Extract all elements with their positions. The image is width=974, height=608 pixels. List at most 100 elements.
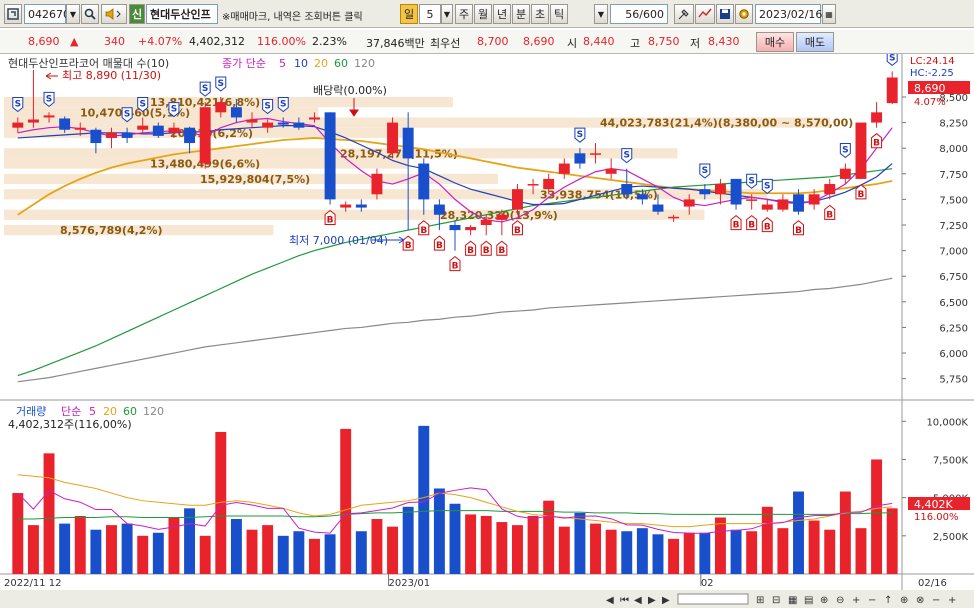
date-field[interactable]: 2023/02/16 (755, 4, 822, 24)
volume-value: 4,402,312 (189, 35, 245, 48)
buy-mark-icon: B (871, 133, 883, 149)
volume-bar (199, 535, 211, 574)
mark-letter: B (483, 246, 490, 256)
period-dropdown-arrow[interactable]: ▼ (441, 4, 453, 24)
period-unit-button[interactable]: 일 (400, 4, 418, 24)
search-icon[interactable] (81, 4, 99, 24)
mark-letter: B (764, 223, 771, 233)
candle-body (324, 112, 336, 200)
stock-code-input[interactable]: 042670 (24, 4, 70, 24)
gear-icon[interactable] (735, 4, 753, 24)
mark-letter: B (858, 190, 865, 200)
candle-body (215, 102, 227, 113)
volume-bar (605, 529, 617, 574)
range-dropdown-arrow[interactable]: ▼ (594, 4, 608, 24)
candle-body (683, 199, 695, 207)
mark-letter: S (139, 99, 145, 109)
hc-label: HC:-2.25 (910, 68, 954, 79)
volume-bar (824, 529, 836, 574)
speaker-icon[interactable] (101, 4, 127, 24)
buy-mark-icon: B (402, 235, 414, 251)
save-icon[interactable] (716, 4, 734, 24)
mark-letter: S (889, 54, 895, 63)
buy-mark-icon: B (480, 240, 492, 256)
volume-bar (839, 491, 851, 574)
candle-body (371, 173, 383, 195)
legend-ma60: 60 (334, 57, 348, 70)
candle-body (761, 204, 773, 210)
code-dropdown-arrow[interactable]: ▼ (66, 4, 80, 24)
period-value[interactable]: 5 (419, 4, 441, 24)
candle-body (74, 127, 86, 130)
price-tick-label: 6,000 (939, 349, 968, 360)
current-volume-label: 4,402K (914, 498, 953, 511)
candle-body (121, 132, 133, 138)
chart-tool-icon: − (868, 595, 876, 606)
mark-letter: B (873, 139, 880, 149)
buy-mark-icon: B (824, 204, 836, 220)
chart-tool-icon: ⊟ (772, 595, 780, 606)
period-tab-4[interactable]: 초 (531, 4, 549, 24)
price-tick-label: 5,750 (939, 375, 968, 386)
notice-text: ※매매마크, 내역은 조회버튼 클릭 (222, 12, 363, 23)
volume-bar (652, 534, 664, 574)
calendar-icon[interactable]: ▦ (822, 4, 836, 24)
period-tab-0[interactable]: 주 (455, 4, 473, 24)
low-price: 8,430 (708, 35, 740, 48)
mark-letter: B (452, 262, 459, 272)
candle-body (699, 189, 711, 195)
candle-body (309, 117, 320, 120)
period-tab-2[interactable]: 년 (493, 4, 511, 24)
price-tick-label: 6,750 (939, 272, 968, 283)
candle-body (355, 204, 367, 208)
volume-current-text: 4,402,312주(116,00%) (8, 418, 132, 431)
price-tick-label: 7,000 (939, 247, 968, 258)
volume-bar (59, 523, 71, 574)
open-price: 8,440 (583, 35, 615, 48)
buy-button[interactable]: 매수 (756, 32, 794, 52)
mark-letter: B (405, 241, 412, 251)
volume-bar (12, 493, 24, 574)
stock-chart[interactable]: 13,810,421(6,8%)10,470,460(5,1%)44,023,7… (0, 54, 974, 608)
tool-icon[interactable] (674, 4, 694, 24)
count-field[interactable]: 56/600 (610, 4, 668, 24)
candle-body (871, 112, 883, 123)
mark-letter: S (218, 79, 224, 89)
high-price: 8,750 (648, 35, 680, 48)
buy-mark-icon: B (746, 214, 758, 231)
quote-bar: 8,690 ▲ 340 +4.07% 4,402,312 116.00% 2.2… (0, 30, 974, 54)
x-axis-label: 02/16 (918, 578, 947, 589)
volume-profile-bar (4, 209, 705, 220)
chart-tool-icon: + (852, 595, 860, 606)
period-tab-1[interactable]: 월 (474, 4, 492, 24)
candle-body (668, 216, 680, 219)
candle-body (418, 163, 430, 200)
compare-icon[interactable] (695, 4, 715, 24)
sell-button[interactable]: 매도 (796, 32, 834, 52)
volume-bar (277, 535, 289, 574)
mark-letter: S (764, 181, 770, 191)
candle-body (855, 122, 867, 179)
stock-name-field[interactable]: 현대두산인프 (146, 4, 218, 24)
scroll-control-icon: ▶ (662, 595, 670, 606)
best-bid-price: 8,690 (523, 35, 555, 48)
volume-bar (761, 506, 773, 574)
volume-bar (74, 515, 86, 574)
period-tab-3[interactable]: 분 (512, 4, 530, 24)
candle-body (511, 189, 523, 210)
candle-body (402, 127, 414, 159)
candle-body (574, 153, 586, 164)
volume-bar (262, 525, 274, 574)
change-sign: ▲ (70, 35, 79, 48)
chart-tool-icon: ⊕ (900, 595, 908, 606)
volume-bar (355, 531, 367, 574)
candle-body (558, 163, 570, 174)
candle-body (184, 127, 196, 144)
candle-body (43, 115, 55, 118)
candle-body (246, 119, 258, 123)
period-tab-5[interactable]: 틱 (550, 4, 568, 24)
high-annotation: 최고 8,890 (11/30) (62, 69, 161, 82)
chart-tool-icon: ▤ (804, 595, 813, 606)
link-icon[interactable] (4, 4, 22, 24)
candle-body (652, 204, 664, 212)
